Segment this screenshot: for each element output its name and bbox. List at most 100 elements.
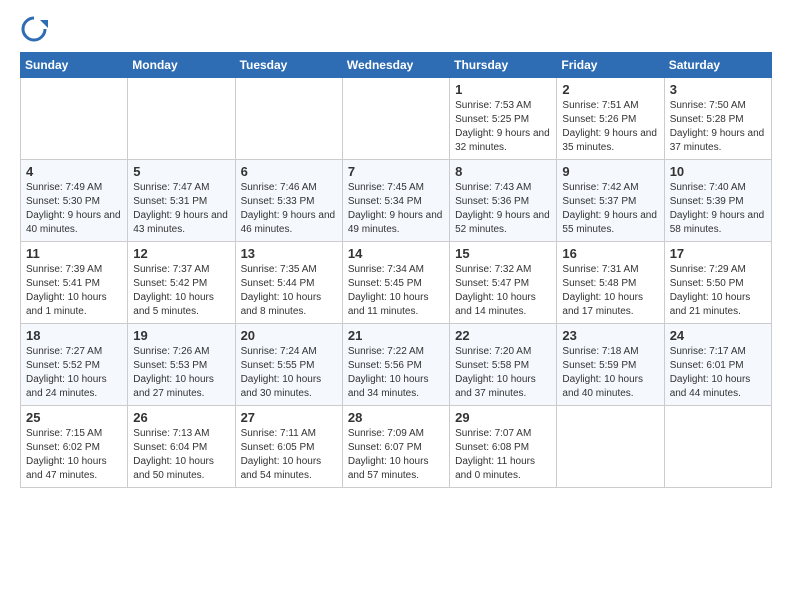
day-number: 1 xyxy=(455,82,551,97)
logo-icon xyxy=(20,16,48,44)
calendar-cell: 8Sunrise: 7:43 AM Sunset: 5:36 PM Daylig… xyxy=(450,160,557,242)
day-number: 18 xyxy=(26,328,122,343)
cell-info: Sunrise: 7:27 AM Sunset: 5:52 PM Dayligh… xyxy=(26,345,122,401)
logo xyxy=(20,16,52,44)
calendar-cell: 3 Sunrise: 7:50 AM Sunset: 5:28 PM Daylig… xyxy=(664,78,771,160)
cell-info: Sunrise: 7:34 AM Sunset: 5:45 PM Dayligh… xyxy=(348,263,444,319)
day-number: 28 xyxy=(348,410,444,425)
cell-info: Sunrise: 7:32 AM Sunset: 5:47 PM Dayligh… xyxy=(455,263,551,319)
calendar-week-row: 25 Sunrise: 7:15 AM Sunset: 6:02 PM Dayli… xyxy=(21,406,772,488)
calendar-cell: 9 Sunrise: 7:42 AM Sunset: 5:37 PM Daylig… xyxy=(557,160,664,242)
calendar-week-row: 4 Sunrise: 7:49 AM Sunset: 5:30 PM Daylig… xyxy=(21,160,772,242)
day-number: 16 xyxy=(562,246,658,261)
calendar-table: SundayMondayTuesdayWednesdayThursdayFrid… xyxy=(20,52,772,488)
calendar-week-row: 11 Sunrise: 7:39 AM Sunset: 5:41 PM Dayli… xyxy=(21,242,772,324)
cell-info: Sunrise: 7:47 AM Sunset: 5:31 PM Dayligh… xyxy=(133,181,229,237)
day-number: 21 xyxy=(348,328,444,343)
cell-info: Sunrise: 7:07 AM Sunset: 6:08 PM Dayligh… xyxy=(455,427,551,483)
weekday-header-tuesday: Tuesday xyxy=(235,53,342,78)
calendar-cell: 26 Sunrise: 7:13 AM Sunset: 6:04 PM Dayli… xyxy=(128,406,235,488)
day-number: 22 xyxy=(455,328,551,343)
weekday-header-row: SundayMondayTuesdayWednesdayThursdayFrid… xyxy=(21,53,772,78)
day-number: 20 xyxy=(241,328,337,343)
cell-info: Sunrise: 7:39 AM Sunset: 5:41 PM Dayligh… xyxy=(26,263,122,319)
day-number: 19 xyxy=(133,328,229,343)
cell-info: Sunrise: 7:13 AM Sunset: 6:04 PM Dayligh… xyxy=(133,427,229,483)
calendar-cell: 25 Sunrise: 7:15 AM Sunset: 6:02 PM Dayli… xyxy=(21,406,128,488)
cell-info: Sunrise: 7:24 AM Sunset: 5:55 PM Dayligh… xyxy=(241,345,337,401)
day-number: 25 xyxy=(26,410,122,425)
day-number: 24 xyxy=(670,328,766,343)
day-number: 12 xyxy=(133,246,229,261)
cell-info: Sunrise: 7:50 AM Sunset: 5:28 PM Dayligh… xyxy=(670,99,766,155)
calendar-cell: 24 Sunrise: 7:17 AM Sunset: 6:01 PM Dayli… xyxy=(664,324,771,406)
cell-info: Sunrise: 7:35 AM Sunset: 5:44 PM Dayligh… xyxy=(241,263,337,319)
calendar-cell: 1 Sunrise: 7:53 AM Sunset: 5:25 PM Daylig… xyxy=(450,78,557,160)
cell-info: Sunrise: 7:09 AM Sunset: 6:07 PM Dayligh… xyxy=(348,427,444,483)
day-number: 13 xyxy=(241,246,337,261)
cell-info: Sunrise: 7:15 AM Sunset: 6:02 PM Dayligh… xyxy=(26,427,122,483)
calendar-cell: 20 Sunrise: 7:24 AM Sunset: 5:55 PM Dayli… xyxy=(235,324,342,406)
day-number: 27 xyxy=(241,410,337,425)
calendar-cell: 23 Sunrise: 7:18 AM Sunset: 5:59 PM Dayli… xyxy=(557,324,664,406)
cell-info: Sunrise: 7:42 AM Sunset: 5:37 PM Dayligh… xyxy=(562,181,658,237)
calendar-cell: 17 Sunrise: 7:29 AM Sunset: 5:50 PM Dayli… xyxy=(664,242,771,324)
day-number: 23 xyxy=(562,328,658,343)
day-number: 4 xyxy=(26,164,122,179)
day-number: 11 xyxy=(26,246,122,261)
calendar-cell: 11 Sunrise: 7:39 AM Sunset: 5:41 PM Dayli… xyxy=(21,242,128,324)
page-wrapper: SundayMondayTuesdayWednesdayThursdayFrid… xyxy=(20,16,772,488)
weekday-header-thursday: Thursday xyxy=(450,53,557,78)
calendar-cell: 7 Sunrise: 7:45 AM Sunset: 5:34 PM Daylig… xyxy=(342,160,449,242)
day-number: 14 xyxy=(348,246,444,261)
weekday-header-monday: Monday xyxy=(128,53,235,78)
cell-info: Sunrise: 7:20 AM Sunset: 5:58 PM Dayligh… xyxy=(455,345,551,401)
calendar-cell: 22 Sunrise: 7:20 AM Sunset: 5:58 PM Dayli… xyxy=(450,324,557,406)
day-number: 3 xyxy=(670,82,766,97)
cell-info: Sunrise: 7:17 AM Sunset: 6:01 PM Dayligh… xyxy=(670,345,766,401)
calendar-cell xyxy=(235,78,342,160)
calendar-cell: 4 Sunrise: 7:49 AM Sunset: 5:30 PM Daylig… xyxy=(21,160,128,242)
cell-info: Sunrise: 7:53 AM Sunset: 5:25 PM Dayligh… xyxy=(455,99,551,155)
calendar-cell: 15 Sunrise: 7:32 AM Sunset: 5:47 PM Dayli… xyxy=(450,242,557,324)
calendar-cell xyxy=(342,78,449,160)
cell-info: Sunrise: 7:26 AM Sunset: 5:53 PM Dayligh… xyxy=(133,345,229,401)
calendar-cell xyxy=(557,406,664,488)
weekday-header-friday: Friday xyxy=(557,53,664,78)
day-number: 5 xyxy=(133,164,229,179)
day-number: 26 xyxy=(133,410,229,425)
day-number: 7 xyxy=(348,164,444,179)
cell-info: Sunrise: 7:37 AM Sunset: 5:42 PM Dayligh… xyxy=(133,263,229,319)
calendar-cell: 29Sunrise: 7:07 AM Sunset: 6:08 PM Dayli… xyxy=(450,406,557,488)
calendar-cell: 2Sunrise: 7:51 AM Sunset: 5:26 PM Daylig… xyxy=(557,78,664,160)
day-number: 8 xyxy=(455,164,551,179)
cell-info: Sunrise: 7:29 AM Sunset: 5:50 PM Dayligh… xyxy=(670,263,766,319)
calendar-cell: 18 Sunrise: 7:27 AM Sunset: 5:52 PM Dayli… xyxy=(21,324,128,406)
cell-info: Sunrise: 7:45 AM Sunset: 5:34 PM Dayligh… xyxy=(348,181,444,237)
cell-info: Sunrise: 7:40 AM Sunset: 5:39 PM Dayligh… xyxy=(670,181,766,237)
cell-info: Sunrise: 7:31 AM Sunset: 5:48 PM Dayligh… xyxy=(562,263,658,319)
cell-info: Sunrise: 7:18 AM Sunset: 5:59 PM Dayligh… xyxy=(562,345,658,401)
day-number: 17 xyxy=(670,246,766,261)
weekday-header-saturday: Saturday xyxy=(664,53,771,78)
day-number: 15 xyxy=(455,246,551,261)
calendar-cell: 16 Sunrise: 7:31 AM Sunset: 5:48 PM Dayli… xyxy=(557,242,664,324)
day-number: 6 xyxy=(241,164,337,179)
cell-info: Sunrise: 7:49 AM Sunset: 5:30 PM Dayligh… xyxy=(26,181,122,237)
calendar-cell xyxy=(21,78,128,160)
weekday-header-wednesday: Wednesday xyxy=(342,53,449,78)
calendar-week-row: 1 Sunrise: 7:53 AM Sunset: 5:25 PM Daylig… xyxy=(21,78,772,160)
cell-info: Sunrise: 7:51 AM Sunset: 5:26 PM Dayligh… xyxy=(562,99,658,155)
calendar-cell: 27Sunrise: 7:11 AM Sunset: 6:05 PM Dayli… xyxy=(235,406,342,488)
cell-info: Sunrise: 7:46 AM Sunset: 5:33 PM Dayligh… xyxy=(241,181,337,237)
calendar-cell: 10 Sunrise: 7:40 AM Sunset: 5:39 PM Dayli… xyxy=(664,160,771,242)
cell-info: Sunrise: 7:22 AM Sunset: 5:56 PM Dayligh… xyxy=(348,345,444,401)
day-number: 9 xyxy=(562,164,658,179)
calendar-cell xyxy=(664,406,771,488)
calendar-cell: 28 Sunrise: 7:09 AM Sunset: 6:07 PM Dayli… xyxy=(342,406,449,488)
day-number: 10 xyxy=(670,164,766,179)
calendar-cell xyxy=(128,78,235,160)
calendar-cell: 21 Sunrise: 7:22 AM Sunset: 5:56 PM Dayli… xyxy=(342,324,449,406)
calendar-week-row: 18 Sunrise: 7:27 AM Sunset: 5:52 PM Dayli… xyxy=(21,324,772,406)
calendar-cell: 13 Sunrise: 7:35 AM Sunset: 5:44 PM Dayli… xyxy=(235,242,342,324)
